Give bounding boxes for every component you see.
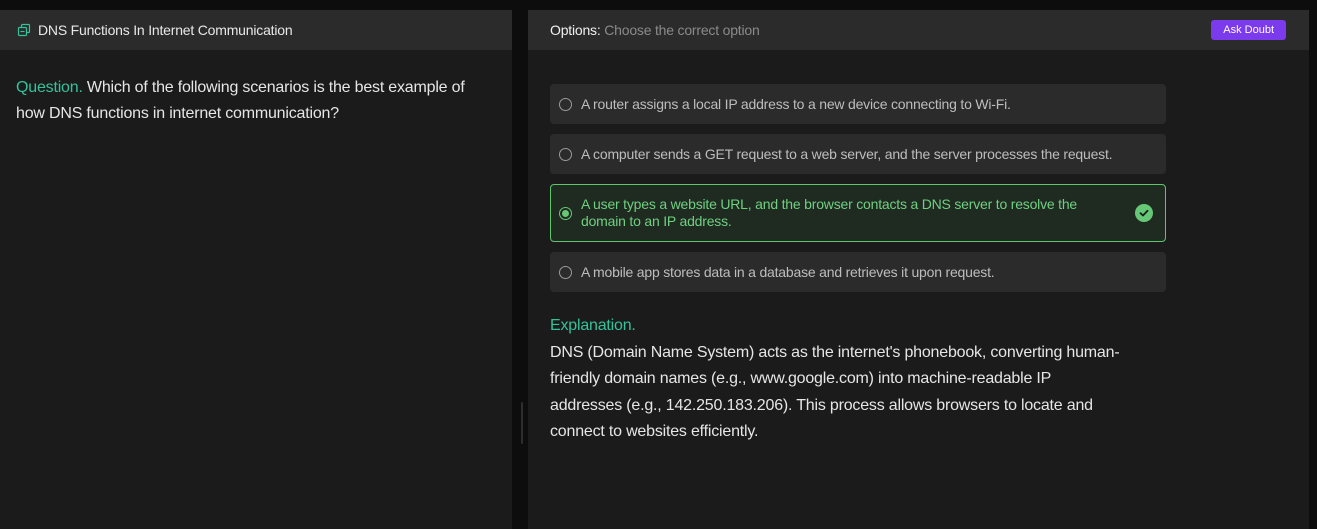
ask-doubt-button[interactable]: Ask Doubt [1211, 20, 1286, 40]
option-text: A user types a website URL, and the brow… [581, 196, 1078, 229]
radio-button-selected[interactable] [559, 206, 572, 220]
question-panel: DNS Functions In Internet Communication … [0, 10, 512, 529]
panel-divider[interactable] [516, 0, 528, 529]
option-1[interactable]: A router assigns a local IP address to a… [550, 84, 1166, 124]
options-list: A router assigns a local IP address to a… [550, 84, 1166, 302]
options-panel: Options: Choose the correct option Ask D… [528, 10, 1309, 529]
options-panel-header: Options: Choose the correct option Ask D… [528, 10, 1309, 50]
resize-handle[interactable] [521, 402, 523, 444]
explanation-label: Explanation. [550, 317, 636, 334]
question-panel-header: DNS Functions In Internet Communication [0, 10, 512, 50]
question-text: Which of the following scenarios is the … [16, 79, 465, 122]
options-title: Options: Choose the correct option [550, 22, 760, 38]
option-4[interactable]: A mobile app stores data in a database a… [550, 252, 1166, 292]
radio-button[interactable] [559, 147, 572, 161]
option-text: A router assigns a local IP address to a… [581, 95, 1011, 112]
app: DNS Functions In Internet Communication … [0, 0, 1317, 529]
options-label: Options: [550, 22, 601, 38]
question-text-block: Question. Which of the following scenari… [0, 50, 512, 127]
option-3-selected[interactable]: A user types a website URL, and the brow… [550, 184, 1166, 242]
explanation-text: DNS (Domain Name System) acts as the int… [550, 343, 1120, 441]
options-hint: Choose the correct option [600, 22, 760, 38]
option-text: A mobile app stores data in a database a… [581, 263, 995, 280]
explanation-block: Explanation. DNS (Domain Name System) ac… [550, 313, 1120, 446]
option-text: A computer sends a GET request to a web … [581, 145, 1113, 162]
question-label: Question. [16, 79, 83, 96]
radio-button[interactable] [559, 97, 572, 111]
question-title: DNS Functions In Internet Communication [38, 22, 293, 38]
radio-button[interactable] [559, 265, 572, 279]
check-circle-icon [1135, 204, 1153, 222]
option-2[interactable]: A computer sends a GET request to a web … [550, 134, 1166, 174]
copy-icon [17, 23, 31, 37]
